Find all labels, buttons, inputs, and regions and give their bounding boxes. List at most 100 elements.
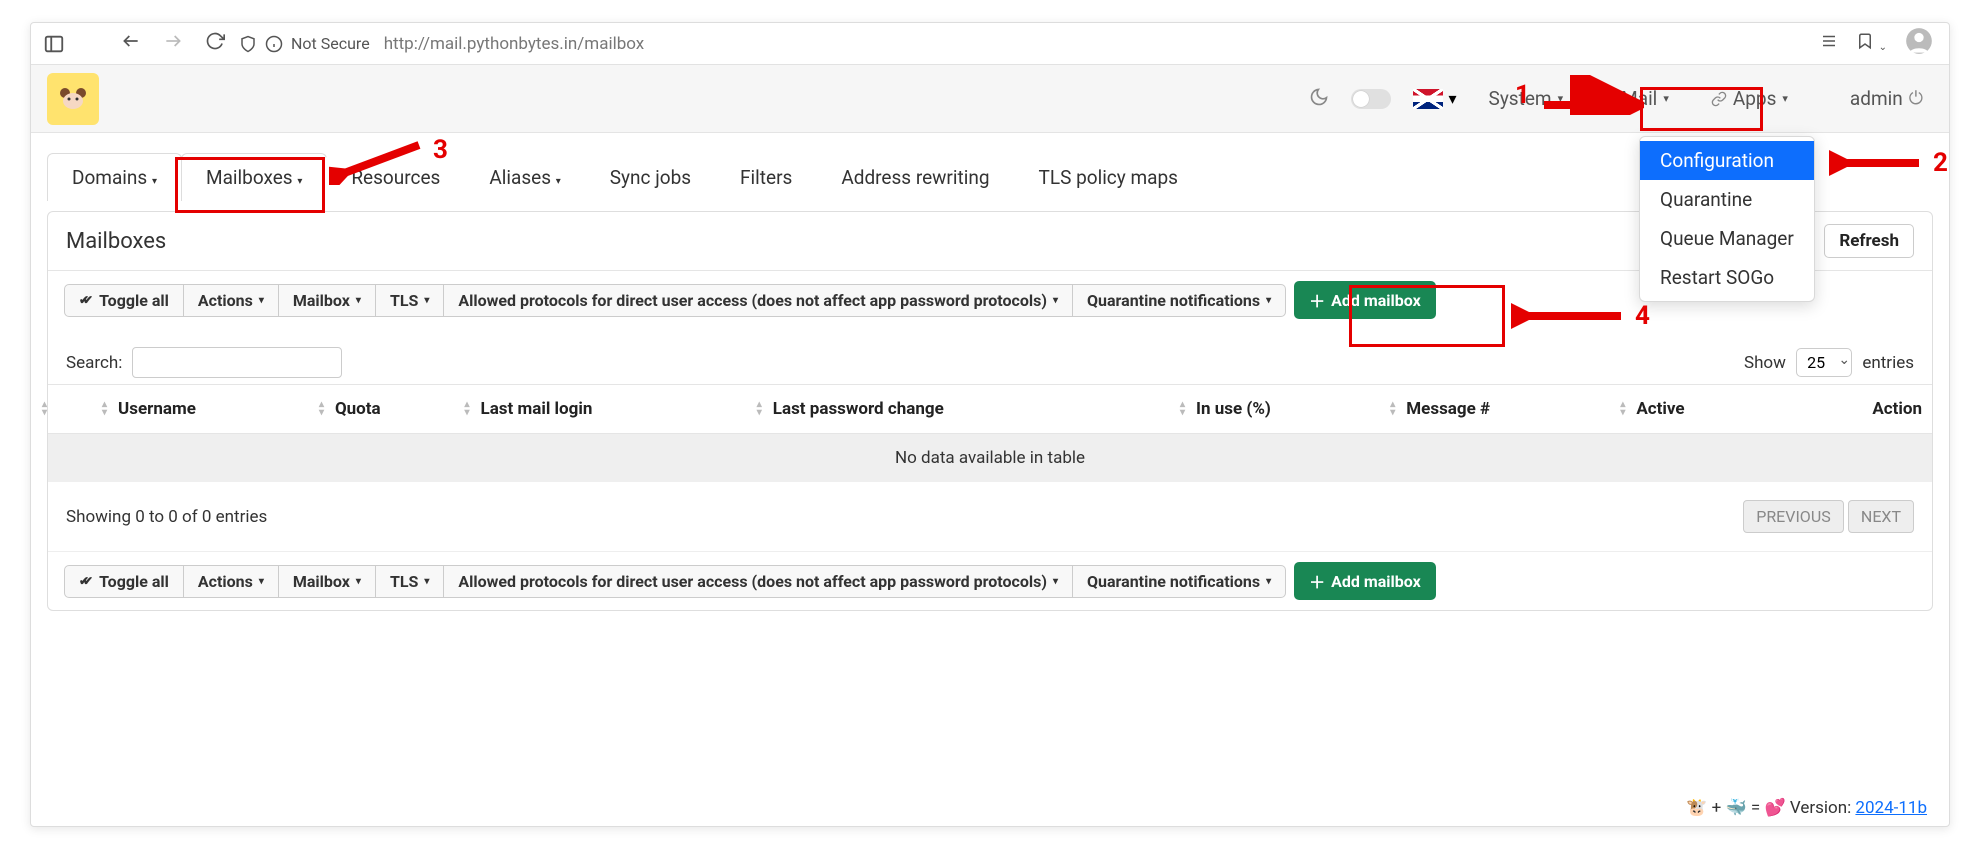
- col-message-count-label: Message #: [1406, 399, 1490, 419]
- version-link[interactable]: 2024-11b: [1855, 798, 1927, 818]
- col-in-use[interactable]: ▴▾In use (%): [1186, 385, 1396, 434]
- mailbox-button[interactable]: Mailbox▾: [279, 565, 376, 598]
- dropdown-item-restart-sogo[interactable]: Restart SOGo: [1640, 258, 1814, 297]
- tab-filters[interactable]: Filters: [715, 153, 817, 201]
- email-dropdown: Configuration Quarantine Queue Manager R…: [1639, 136, 1815, 302]
- tab-tls-policy-maps[interactable]: TLS policy maps: [1014, 153, 1203, 201]
- tab-aliases-label: Aliases: [489, 166, 551, 189]
- table-empty-message: No data available in table: [48, 434, 1932, 483]
- toggle-all-button[interactable]: Toggle all: [64, 284, 184, 317]
- col-last-login-label: Last mail login: [481, 399, 593, 419]
- refresh-button[interactable]: Refresh: [1824, 224, 1914, 258]
- protocols-button[interactable]: Allowed protocols for direct user access…: [444, 284, 1073, 317]
- col-sort[interactable]: ▴▾: [48, 385, 108, 434]
- mailbox-button[interactable]: Mailbox▾: [279, 284, 376, 317]
- sort-arrows-icon: ▴▾: [1180, 401, 1185, 417]
- quarantine-button[interactable]: Quarantine notifications▾: [1073, 284, 1286, 317]
- col-quota[interactable]: ▴▾Quota: [325, 385, 471, 434]
- info-icon: [265, 35, 283, 53]
- previous-button[interactable]: PREVIOUS: [1743, 500, 1843, 533]
- theme-toggle[interactable]: [1351, 89, 1391, 109]
- browser-bar: Not Secure http://mail.pythonbytes.in/ma…: [31, 23, 1949, 65]
- tab-mailboxes[interactable]: Mailboxes ▾: [181, 153, 327, 201]
- tab-domains[interactable]: Domains ▾: [47, 153, 182, 201]
- power-icon: ⏻: [1909, 88, 1923, 109]
- sort-arrows-icon: ▴▾: [102, 401, 107, 417]
- sort-arrows-icon: ▴▾: [1620, 401, 1625, 417]
- toggle-all-button[interactable]: Toggle all: [64, 565, 184, 598]
- chevron-down-icon: ▾: [1449, 89, 1457, 108]
- col-action[interactable]: Action: [1778, 385, 1932, 434]
- list-icon[interactable]: [1820, 32, 1838, 55]
- protocols-button[interactable]: Allowed protocols for direct user access…: [444, 565, 1073, 598]
- tab-aliases[interactable]: Aliases ▾: [464, 153, 585, 201]
- link-icon: [1711, 91, 1727, 107]
- col-last-password-label: Last password change: [773, 399, 944, 419]
- dropdown-item-quarantine[interactable]: Quarantine: [1640, 180, 1814, 219]
- chevron-down-icon: ▾: [1558, 92, 1564, 105]
- col-action-label: Action: [1872, 399, 1922, 419]
- col-active-label: Active: [1636, 399, 1684, 419]
- shield-icon: [239, 35, 257, 53]
- reload-icon[interactable]: [205, 31, 225, 56]
- mailbox-label: Mailbox: [293, 572, 350, 591]
- sidebar-toggle-icon[interactable]: [41, 31, 67, 57]
- chevron-down-icon: ▾: [356, 295, 361, 306]
- add-mailbox-button[interactable]: ＋ Add mailbox: [1294, 562, 1436, 600]
- menu-system-label: System: [1489, 87, 1552, 110]
- search-input[interactable]: [132, 347, 342, 378]
- col-username-label: Username: [118, 399, 196, 419]
- chevron-down-icon: ▾: [1663, 92, 1669, 105]
- dropdown-item-queue-manager[interactable]: Queue Manager: [1640, 219, 1814, 258]
- tab-address-rewriting[interactable]: Address rewriting: [816, 153, 1014, 201]
- menu-system[interactable]: System ▾: [1479, 81, 1574, 116]
- back-icon[interactable]: [121, 31, 141, 56]
- add-mailbox-label: Add mailbox: [1331, 291, 1421, 310]
- footer-whale-icon: 🐳: [1726, 798, 1747, 818]
- dropdown-item-configuration[interactable]: Configuration: [1640, 141, 1814, 180]
- plus-icon: ＋: [1309, 288, 1325, 312]
- footer: 🐮 + 🐳 = 💕 Version: 2024-11b: [53, 798, 1927, 818]
- col-message-count[interactable]: ▴▾ Message #: [1396, 385, 1626, 434]
- forward-icon[interactable]: [163, 31, 183, 56]
- security-indicator[interactable]: Not Secure: [239, 34, 370, 53]
- chevron-down-icon: ▾: [1266, 576, 1271, 587]
- add-mailbox-button[interactable]: ＋ Add mailbox: [1294, 281, 1436, 319]
- actions-button[interactable]: Actions▾: [184, 284, 279, 317]
- show-select[interactable]: 25: [1796, 348, 1852, 377]
- tls-label: TLS: [390, 291, 418, 310]
- tls-button[interactable]: TLS▾: [376, 284, 444, 317]
- address-url[interactable]: http://mail.pythonbytes.in/mailbox: [384, 34, 645, 54]
- app-logo[interactable]: [47, 73, 99, 125]
- show-label: Show: [1744, 353, 1786, 373]
- next-button[interactable]: NEXT: [1848, 500, 1914, 533]
- protocols-label: Allowed protocols for direct user access…: [458, 572, 1047, 591]
- menu-user[interactable]: admin ⏻: [1840, 81, 1933, 116]
- menu-email[interactable]: E-Mail ▾: [1595, 81, 1679, 116]
- bookmark-icon[interactable]: ⌄: [1856, 32, 1887, 55]
- actions-button[interactable]: Actions▾: [184, 565, 279, 598]
- col-last-password[interactable]: ▴▾ Last password change: [763, 385, 1186, 434]
- col-active[interactable]: ▴▾Active: [1626, 385, 1777, 434]
- footer-heart-icon: 💕: [1764, 798, 1785, 818]
- chevron-down-icon: ▾: [424, 576, 429, 587]
- moon-icon[interactable]: [1309, 87, 1329, 111]
- chevron-down-icon: ▾: [1266, 295, 1271, 306]
- quarantine-label: Quarantine notifications: [1087, 572, 1260, 591]
- app-window: Not Secure http://mail.pythonbytes.in/ma…: [30, 22, 1950, 827]
- col-last-login[interactable]: ▴▾Last mail login: [471, 385, 763, 434]
- tab-sync-jobs[interactable]: Sync jobs: [585, 153, 716, 201]
- show-entries: Show 25 entries: [1744, 348, 1914, 377]
- quarantine-button[interactable]: Quarantine notifications ▾: [1073, 565, 1286, 598]
- col-in-use-label: In use (%): [1196, 399, 1271, 419]
- menu-apps-label: Apps: [1733, 87, 1777, 110]
- col-username[interactable]: ▴▾Username: [108, 385, 325, 434]
- tab-resources[interactable]: Resources: [326, 153, 465, 201]
- menu-apps[interactable]: Apps ▾: [1701, 81, 1798, 116]
- tab-domains-label: Domains: [72, 166, 147, 189]
- avatar-icon[interactable]: [1905, 27, 1933, 60]
- language-selector[interactable]: ▾: [1413, 89, 1457, 109]
- tls-button[interactable]: TLS▾: [376, 565, 444, 598]
- sort-arrows-icon: ▴▾: [42, 401, 47, 417]
- chevron-down-icon: ▾: [1053, 576, 1058, 587]
